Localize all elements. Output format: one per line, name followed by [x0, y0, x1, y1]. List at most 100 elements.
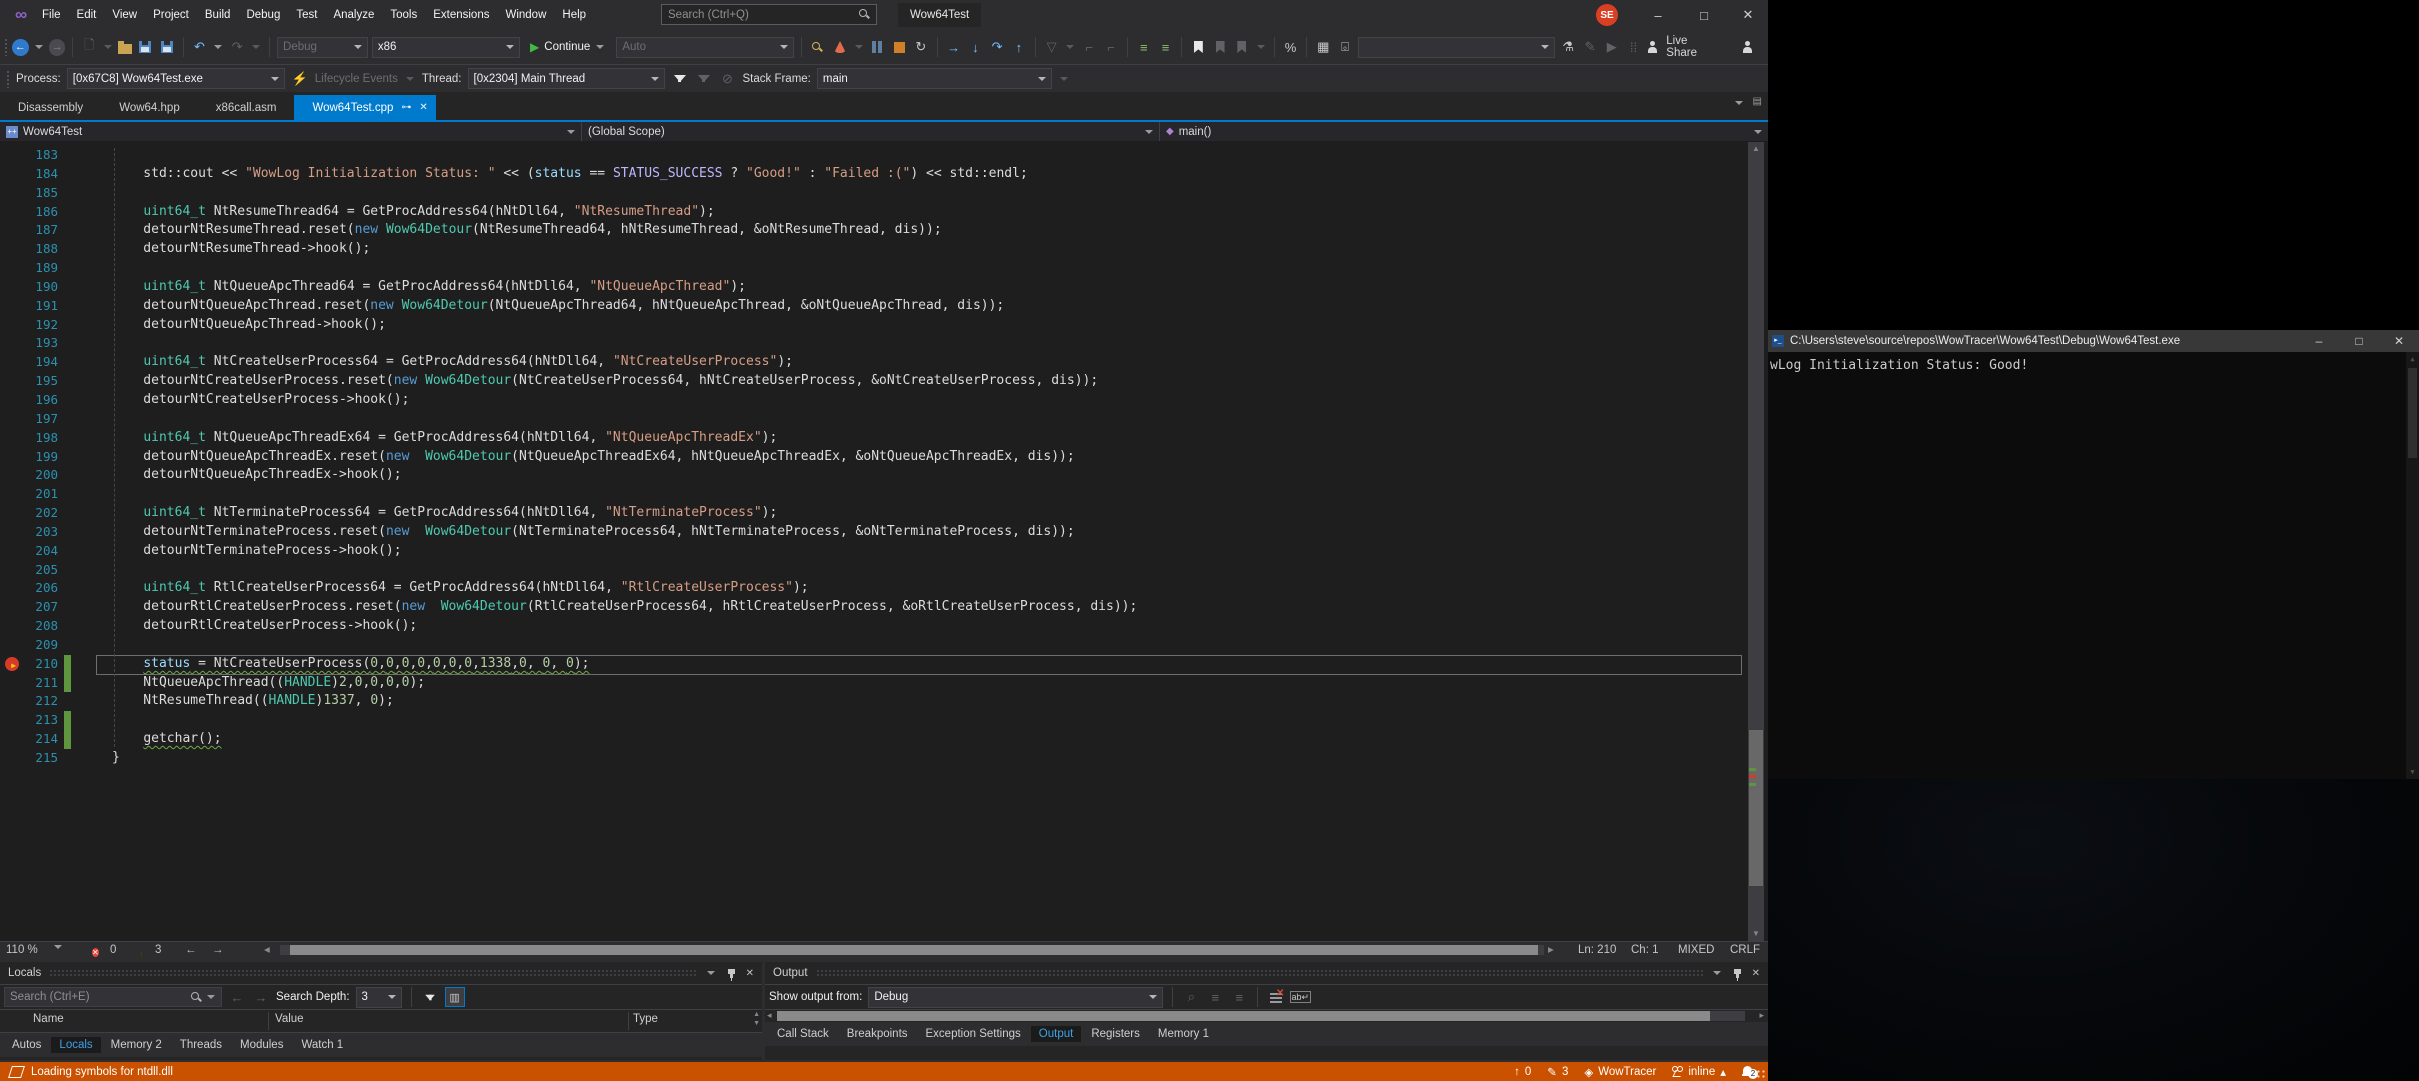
- tool-tab-locals[interactable]: Locals: [51, 1037, 100, 1053]
- code-line-184[interactable]: 184 std::cout << "WowLog Initialization …: [0, 165, 1750, 184]
- doc-tab-wow64-hpp[interactable]: Wow64.hpp: [101, 95, 198, 120]
- restart-icon[interactable]: ↻: [912, 38, 930, 56]
- code-text[interactable]: getchar();: [72, 730, 1750, 749]
- live-share-icon[interactable]: [1647, 41, 1659, 53]
- toggle-bookmark-icon[interactable]: [1194, 41, 1203, 53]
- code-text[interactable]: detourRtlCreateUserProcess.reset(new Wow…: [72, 598, 1750, 617]
- code-line-204[interactable]: 204 detourNtTerminateProcess->hook();: [0, 542, 1750, 561]
- search-next-icon[interactable]: →: [252, 988, 270, 1006]
- stack-frame-combo[interactable]: main: [817, 68, 1052, 89]
- minimize-button[interactable]: –: [1636, 0, 1680, 30]
- code-line-203[interactable]: 203 detourNtTerminateProcess.reset(new W…: [0, 523, 1750, 542]
- zoom-level-combo[interactable]: 110 %: [6, 942, 38, 958]
- menu-project[interactable]: Project: [145, 0, 197, 30]
- console-scrollbar[interactable]: ▲ ▼: [2406, 352, 2419, 779]
- code-line-191[interactable]: 191 detourNtQueueApcThread.reset(new Wow…: [0, 297, 1750, 316]
- code-text[interactable]: detourNtQueueApcThreadEx->hook();: [72, 466, 1750, 485]
- close-tab-icon[interactable]: ✕: [419, 102, 427, 113]
- navigate-code-icon[interactable]: ⌐: [1080, 38, 1098, 56]
- diagnostics-icon[interactable]: ▽: [1043, 38, 1061, 56]
- doc-tab-disassembly[interactable]: Disassembly: [0, 95, 101, 120]
- code-text[interactable]: detourNtQueueApcThreadEx.reset(new Wow64…: [72, 448, 1750, 467]
- step-over-icon[interactable]: ↷: [988, 38, 1006, 56]
- output-hscroll-thumb[interactable]: [777, 1011, 1710, 1021]
- step-out-icon[interactable]: ↑: [1010, 38, 1028, 56]
- breakpoint-margin[interactable]: [0, 749, 28, 768]
- navigate-back-dropdown[interactable]: [35, 45, 43, 49]
- pin-icon[interactable]: [1736, 969, 1739, 978]
- code-line-210[interactable]: ▸210 status = NtCreateUserProcess(0,0,0,…: [0, 655, 1750, 674]
- output-hscroll-right[interactable]: ▸: [1759, 1010, 1764, 1021]
- tool-tab-memory-2[interactable]: Memory 2: [103, 1037, 170, 1053]
- lifecycle-events-label[interactable]: Lifecycle Events: [315, 73, 398, 85]
- console-minimize-button[interactable]: –: [2299, 334, 2339, 348]
- code-text[interactable]: uint64_t NtCreateUserProcess64 = GetProc…: [72, 353, 1750, 372]
- search-depth-combo[interactable]: 3: [356, 987, 402, 1008]
- code-text[interactable]: detourNtTerminateProcess->hook();: [72, 542, 1750, 561]
- window-list-icon[interactable]: ▤: [1753, 96, 1762, 107]
- console-maximize-button[interactable]: □: [2339, 334, 2379, 348]
- code-line-211[interactable]: 211 NtQueueApcThread((HANDLE)2,0,0,0,0);: [0, 674, 1750, 693]
- console-title-bar[interactable]: ▸_ C:\Users\steve\source\repos\WowTracer…: [1768, 330, 2419, 352]
- code-line-215[interactable]: 215}: [0, 749, 1750, 768]
- scope-dropdown[interactable]: (Global Scope): [582, 122, 1160, 141]
- decrease-indent-icon[interactable]: ≡: [1135, 38, 1153, 56]
- tool-tab-memory-1[interactable]: Memory 1: [1150, 1026, 1217, 1042]
- tool-tab-threads[interactable]: Threads: [172, 1037, 230, 1053]
- undo-dropdown[interactable]: [214, 45, 222, 49]
- suspend-threads-icon[interactable]: ⊘: [719, 70, 737, 88]
- breakpoint-margin[interactable]: [0, 146, 28, 165]
- breakpoint-margin[interactable]: [0, 221, 28, 240]
- code-text[interactable]: [72, 485, 1750, 504]
- warning-count[interactable]: 3: [155, 942, 161, 958]
- breakpoint-margin[interactable]: ▸: [0, 655, 28, 674]
- hscroll-thumb[interactable]: [290, 945, 1538, 955]
- code-editor[interactable]: 183184 std::cout << "WowLog Initializati…: [0, 142, 1768, 941]
- code-text[interactable]: detourRtlCreateUserProcess->hook();: [72, 617, 1750, 636]
- column-options-icon[interactable]: ⁞⁞: [1625, 38, 1643, 56]
- step-into-icon[interactable]: ↓: [966, 38, 984, 56]
- breakpoint-margin[interactable]: [0, 334, 28, 353]
- background-task-icon[interactable]: [8, 1066, 25, 1078]
- code-lines[interactable]: 183184 std::cout << "WowLog Initializati…: [0, 146, 1750, 768]
- menu-help[interactable]: Help: [554, 0, 594, 30]
- console-output[interactable]: wLog Initialization Status: Good! ▲ ▼: [1768, 352, 2419, 779]
- debugbar-grip[interactable]: [6, 70, 10, 88]
- code-text[interactable]: [72, 146, 1750, 165]
- search-icon[interactable]: [191, 992, 202, 1003]
- thread-combo[interactable]: [0x2304] Main Thread: [468, 68, 665, 89]
- code-line-199[interactable]: 199 detourNtQueueApcThreadEx.reset(new W…: [0, 448, 1750, 467]
- code-line-183[interactable]: 183: [0, 146, 1750, 165]
- clear-all-icon[interactable]: ✕: [1270, 991, 1282, 1003]
- breakpoint-margin[interactable]: [0, 504, 28, 523]
- breakpoint-margin[interactable]: [0, 203, 28, 222]
- tool-tab-breakpoints[interactable]: Breakpoints: [839, 1026, 916, 1042]
- code-line-186[interactable]: 186 uint64_t NtResumeThread64 = GetProcA…: [0, 203, 1750, 222]
- code-line-208[interactable]: 208 detourRtlCreateUserProcess->hook();: [0, 617, 1750, 636]
- menu-tools[interactable]: Tools: [382, 0, 425, 30]
- debug-target-combo[interactable]: Auto: [616, 37, 794, 58]
- code-line-209[interactable]: 209: [0, 636, 1750, 655]
- close-panel-icon[interactable]: ✕: [1752, 968, 1760, 979]
- previous-bookmark-icon[interactable]: [1216, 41, 1225, 53]
- column-name[interactable]: Name: [33, 1013, 64, 1025]
- tool-tab-registers[interactable]: Registers: [1083, 1026, 1148, 1042]
- hot-reload-icon[interactable]: [834, 41, 846, 53]
- redo-dropdown[interactable]: [252, 45, 260, 49]
- member-dropdown[interactable]: ◆ main(): [1160, 122, 1768, 141]
- console-scroll-thumb[interactable]: [2408, 368, 2417, 458]
- code-text[interactable]: [72, 184, 1750, 203]
- menu-view[interactable]: View: [104, 0, 145, 30]
- close-panel-icon[interactable]: ✕: [746, 968, 754, 979]
- code-text[interactable]: [72, 561, 1750, 580]
- active-files-dropdown[interactable]: [1735, 101, 1743, 105]
- doc-tab-x86call-asm[interactable]: x86call.asm: [198, 95, 295, 120]
- locals-title-bar[interactable]: Locals ✕: [0, 962, 762, 984]
- pending-edits-status[interactable]: ✎ 3: [1547, 1065, 1568, 1079]
- breakpoint-margin[interactable]: [0, 259, 28, 278]
- search-icon[interactable]: [859, 9, 870, 20]
- code-line-202[interactable]: 202 uint64_t NtTerminateProcess64 = GetP…: [0, 504, 1750, 523]
- redo-icon[interactable]: ↷: [228, 38, 246, 56]
- code-text[interactable]: [72, 636, 1750, 655]
- menu-window[interactable]: Window: [497, 0, 554, 30]
